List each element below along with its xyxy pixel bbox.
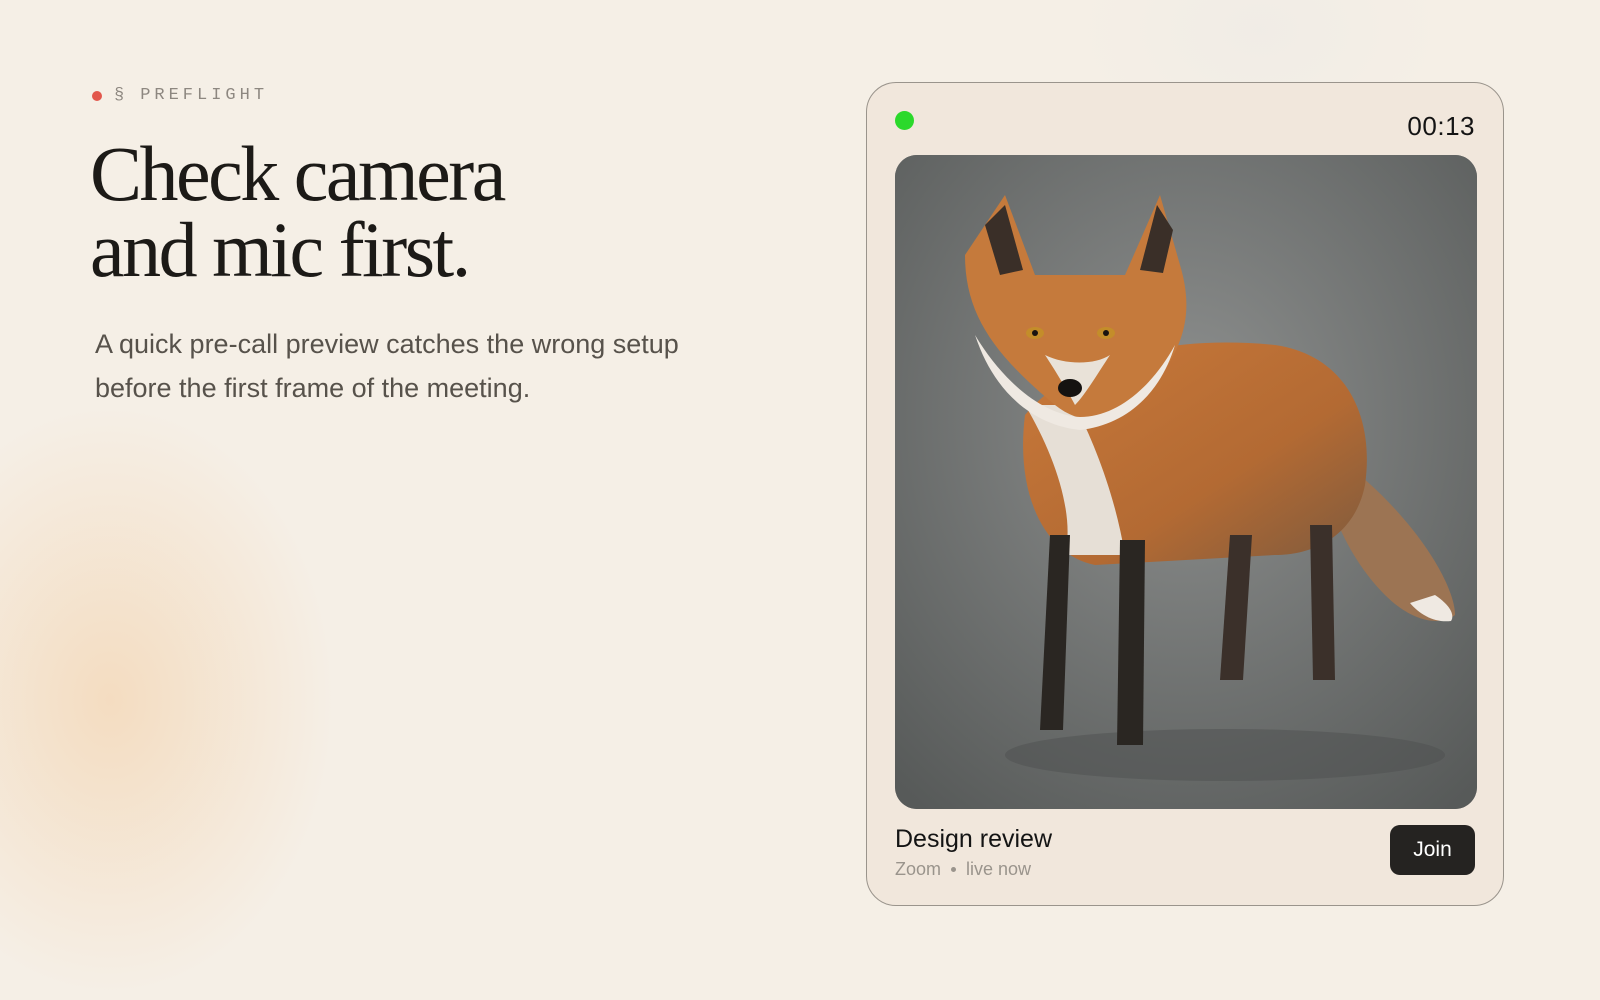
separator-dot-icon	[951, 867, 957, 872]
fox-image	[895, 155, 1477, 809]
camera-preview	[895, 155, 1477, 809]
page: § PREFLIGHT Check camera and mic first. …	[0, 0, 1600, 1000]
meeting-title: Design review	[895, 825, 1053, 853]
section-marker: §	[114, 86, 129, 105]
lede-line-2: before the first frame of the meeting.	[95, 373, 531, 403]
lede: A quick pre-call preview catches the wro…	[95, 322, 775, 410]
section-label: PREFLIGHT	[140, 86, 269, 105]
section-eyebrow: § PREFLIGHT	[92, 86, 268, 105]
join-button[interactable]: Join	[1390, 825, 1475, 875]
preflight-card: 00:13 Design review Zoom live now Join	[866, 82, 1504, 906]
live-status-icon	[895, 111, 914, 130]
section-dot-icon	[92, 90, 102, 101]
lede-line-1: A quick pre-call preview catches the wro…	[95, 329, 679, 359]
page-title: Check camera and mic first.	[90, 130, 650, 293]
meeting-status: live now	[966, 859, 1032, 879]
headline-line-1: Check camera	[90, 130, 506, 217]
meeting-app: Zoom	[895, 859, 942, 879]
headline-line-2: and mic first.	[90, 206, 471, 293]
call-timer: 00:13	[1407, 111, 1475, 141]
meeting-meta: Zoom live now	[895, 859, 1031, 880]
